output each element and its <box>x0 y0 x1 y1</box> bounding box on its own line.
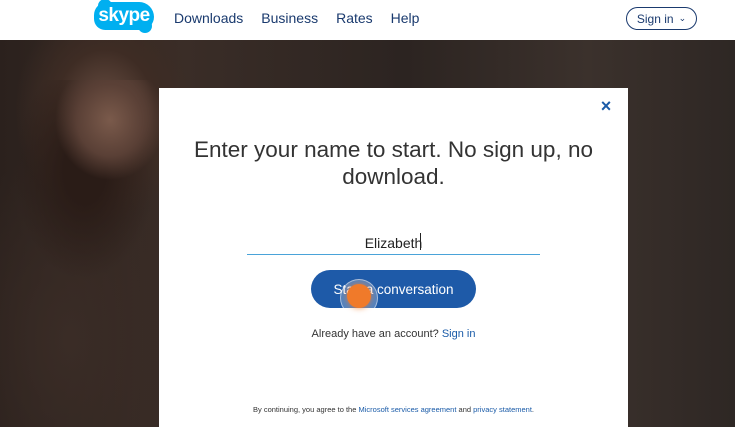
header-sign-in-button[interactable]: Sign in ⌄ <box>626 7 697 30</box>
text-caret <box>420 233 421 250</box>
nav-downloads[interactable]: Downloads <box>174 10 243 26</box>
start-conversation-button[interactable]: Start a conversation <box>311 270 476 308</box>
nav-rates[interactable]: Rates <box>336 10 373 26</box>
legal-suffix: . <box>531 405 535 414</box>
header-sign-in-label: Sign in <box>636 11 674 26</box>
legal-notice: By continuing, you agree to the Microsof… <box>159 405 628 414</box>
chevron-down-icon: ⌄ <box>678 13 687 23</box>
logo-text: skype <box>98 5 150 26</box>
close-icon[interactable]: × <box>599 97 613 115</box>
cursor-pointer-icon <box>347 284 371 308</box>
nav-business[interactable]: Business <box>261 10 318 26</box>
name-input[interactable] <box>247 231 540 255</box>
account-prompt-text: Already have an account? <box>311 328 439 340</box>
top-navigation-bar: skype Downloads Business Rates Help Sign… <box>0 0 735 40</box>
dialog-sign-in-link[interactable]: Sign in <box>442 328 476 340</box>
main-nav: Downloads Business Rates Help <box>174 10 437 26</box>
legal-and: and <box>458 405 472 414</box>
legal-prefix: By continuing, you agree to the <box>252 405 357 414</box>
dialog-headline: Enter your name to start. No sign up, no… <box>194 137 593 189</box>
skype-logo[interactable]: skype <box>94 0 154 33</box>
privacy-statement-link[interactable]: privacy statement <box>473 405 532 414</box>
start-conversation-dialog: × Enter your name to start. No sign up, … <box>159 88 628 427</box>
existing-account-prompt: Already have an account? Sign in <box>159 328 628 340</box>
nav-help[interactable]: Help <box>391 10 420 26</box>
services-agreement-link[interactable]: Microsoft services agreement <box>358 405 456 414</box>
background-face <box>55 80 160 190</box>
